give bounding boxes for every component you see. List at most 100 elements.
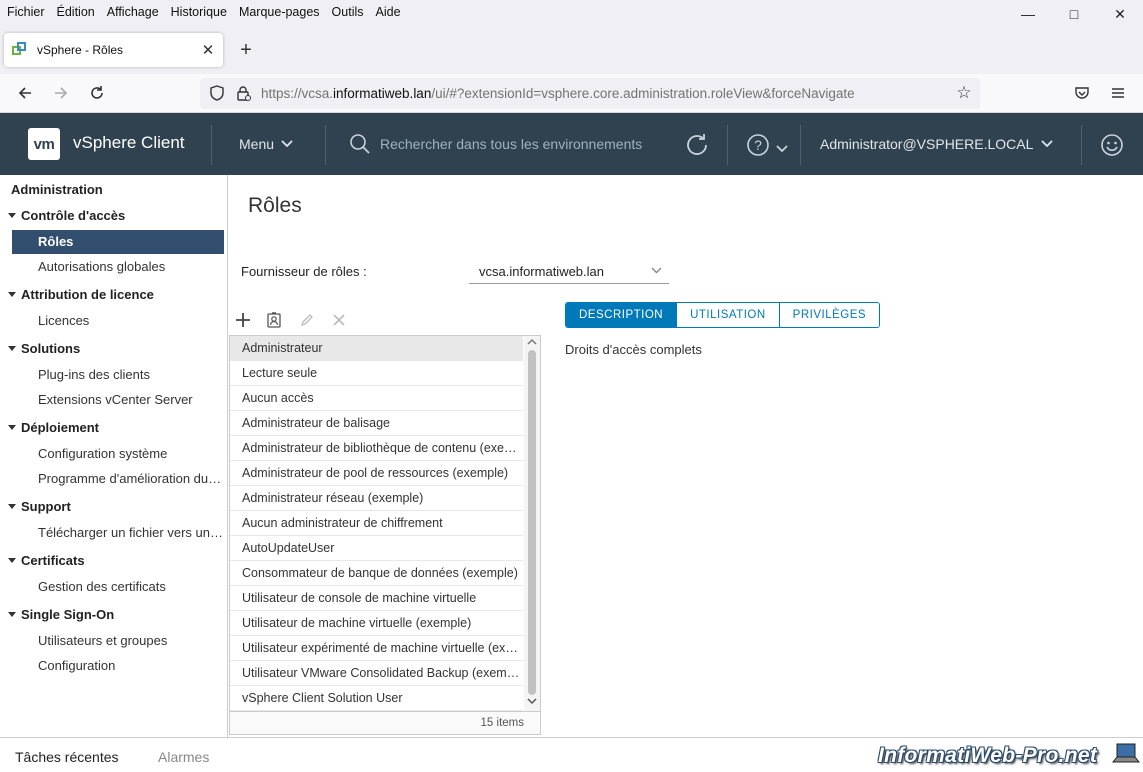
- items-count: 15 items: [480, 717, 524, 729]
- table-row[interactable]: Administrateur de bibliothèque de conten…: [230, 436, 523, 461]
- sidebar-group-support[interactable]: Support: [8, 499, 71, 514]
- browser-navbar: https://vcsa.informatiweb.lan/ui/#?exten…: [0, 74, 1143, 113]
- table-row[interactable]: Lecture seule: [230, 361, 523, 386]
- clone-role-button[interactable]: [263, 310, 285, 330]
- table-row[interactable]: Administrateur: [230, 336, 523, 361]
- menu-edition[interactable]: Édition: [51, 5, 101, 19]
- url-path: /ui/#?extensionId=vsphere.core.administr…: [431, 86, 855, 101]
- hamburger-menu-icon[interactable]: [1105, 80, 1131, 106]
- pocket-icon[interactable]: [1069, 80, 1095, 106]
- table-row[interactable]: Utilisateur VMware Consolidated Backup (…: [230, 661, 523, 686]
- role-provider-select[interactable]: vcsa.informatiweb.lan: [469, 258, 669, 284]
- table-row[interactable]: vSphere Client Solution User: [230, 686, 523, 711]
- table-row[interactable]: Utilisateur expérimenté de machine virtu…: [230, 636, 523, 661]
- sidebar-item-users-groups[interactable]: Utilisateurs et groupes: [12, 629, 224, 653]
- help-icon[interactable]: ?: [746, 133, 770, 160]
- menu-aide[interactable]: Aide: [370, 5, 407, 19]
- tab-description[interactable]: DESCRIPTION: [566, 303, 678, 327]
- sidebar-item-certificate-management[interactable]: Gestion des certificats: [12, 575, 224, 599]
- table-row[interactable]: Consommateur de banque de données (exemp…: [230, 561, 523, 586]
- sidebar-group-certificates[interactable]: Certificats: [8, 553, 85, 568]
- url-domain: informatiweb.lan: [333, 86, 432, 101]
- browser-tab[interactable]: vSphere - Rôles ✕: [4, 33, 223, 67]
- scroll-up-icon[interactable]: [527, 338, 537, 346]
- table-row[interactable]: AutoUpdateUser: [230, 536, 523, 561]
- tab-privileges[interactable]: PRIVILÈGES: [779, 303, 880, 327]
- table-row[interactable]: Aucun administrateur de chiffrement: [230, 511, 523, 536]
- menu-affichage[interactable]: Affichage: [101, 5, 165, 19]
- menu-historique[interactable]: Historique: [165, 5, 233, 19]
- menu-marque-pages[interactable]: Marque-pages: [233, 5, 326, 19]
- shield-icon[interactable]: [208, 84, 226, 102]
- roles-scrollbar[interactable]: [524, 336, 540, 711]
- caret-down-icon: [8, 213, 16, 218]
- global-search-input[interactable]: [380, 136, 670, 152]
- back-icon[interactable]: [12, 80, 38, 106]
- table-row[interactable]: Administrateur de balisage: [230, 411, 523, 436]
- bottom-bar: Tâches récentes Alarmes InformatiWeb-Pro…: [0, 737, 1143, 772]
- caret-down-icon: [8, 346, 16, 351]
- edit-role-button[interactable]: [296, 310, 318, 330]
- scroll-down-icon[interactable]: [527, 697, 537, 705]
- caret-down-icon: [8, 504, 16, 509]
- table-row[interactable]: Administrateur de pool de ressources (ex…: [230, 461, 523, 486]
- chevron-down-icon[interactable]: [776, 141, 788, 156]
- sidebar-root-administration[interactable]: Administration: [11, 182, 103, 197]
- tab-alarms[interactable]: Alarmes: [158, 749, 209, 765]
- sidebar-item-system-configuration[interactable]: Configuration système: [12, 442, 224, 466]
- table-row[interactable]: Utilisateur de console de machine virtue…: [230, 586, 523, 611]
- sidebar-item-licenses[interactable]: Licences: [12, 309, 224, 333]
- sidebar-item-sso-configuration[interactable]: Configuration: [12, 654, 224, 678]
- reload-icon[interactable]: [84, 80, 110, 106]
- table-row[interactable]: Aucun accès: [230, 386, 523, 411]
- menu-outils[interactable]: Outils: [326, 5, 370, 19]
- caret-down-icon: [8, 292, 16, 297]
- sidebar-item-global-permissions[interactable]: Autorisations globales: [12, 255, 224, 279]
- refresh-icon[interactable]: [684, 132, 710, 161]
- tab-recent-tasks[interactable]: Tâches récentes: [15, 749, 119, 765]
- grid-footer: 15 items: [230, 711, 540, 734]
- role-provider-label: Fournisseur de rôles :: [241, 264, 367, 279]
- pencil-icon: [300, 314, 313, 327]
- tab-title: vSphere - Rôles: [37, 43, 124, 57]
- sidebar-group-licensing[interactable]: Attribution de licence: [8, 287, 154, 302]
- sidebar-item-client-plugins[interactable]: Plug-ins des clients: [12, 363, 224, 387]
- url-bar[interactable]: https://vcsa.informatiweb.lan/ui/#?exten…: [200, 78, 980, 109]
- delete-role-button[interactable]: [328, 310, 350, 330]
- sidebar-group-sso[interactable]: Single Sign-On: [8, 607, 114, 622]
- feedback-smiley-icon[interactable]: [1100, 133, 1124, 160]
- sidebar-group-access-control[interactable]: Contrôle d'accès: [8, 208, 125, 223]
- user-name: Administrator@VSPHERE.LOCAL: [820, 136, 1034, 152]
- watermark-text: InformatiWeb-Pro.net: [878, 744, 1098, 767]
- clone-icon: [267, 312, 281, 328]
- app-name[interactable]: vSphere Client: [73, 133, 185, 153]
- sidebar-item-roles[interactable]: Rôles: [12, 230, 224, 254]
- main-menu-button[interactable]: Menu: [239, 136, 293, 152]
- sidebar-group-deployment[interactable]: Déploiement: [8, 420, 99, 435]
- sidebar-item-vcenter-extensions[interactable]: Extensions vCenter Server: [12, 388, 224, 412]
- scroll-thumb[interactable]: [528, 350, 536, 695]
- table-row[interactable]: Utilisateur de machine virtuelle (exempl…: [230, 611, 523, 636]
- sidebar-group-solutions[interactable]: Solutions: [8, 341, 80, 356]
- tab-usage[interactable]: UTILISATION: [677, 303, 780, 327]
- chevron-down-icon: [651, 267, 662, 274]
- close-tab-icon[interactable]: ✕: [197, 41, 219, 59]
- add-role-button[interactable]: [232, 310, 254, 330]
- group-label: Certificats: [21, 553, 85, 568]
- svg-text:?: ?: [754, 137, 762, 153]
- table-row[interactable]: Administrateur réseau (exemple): [230, 486, 523, 511]
- bookmark-star-icon[interactable]: ☆: [954, 83, 974, 103]
- menu-fichier[interactable]: Fichier: [0, 5, 51, 19]
- url-text[interactable]: https://vcsa.informatiweb.lan/ui/#?exten…: [261, 86, 855, 101]
- group-label: Attribution de licence: [21, 287, 154, 302]
- lock-icon[interactable]: [234, 84, 252, 102]
- sidebar-item-upload-file[interactable]: Télécharger un fichier vers une demande …: [12, 521, 224, 545]
- tab-strip: vSphere - Rôles ✕ +: [0, 24, 1143, 74]
- user-menu[interactable]: Administrator@VSPHERE.LOCAL: [820, 136, 1054, 152]
- vmware-logo[interactable]: vm: [28, 128, 60, 160]
- role-description: Droits d'accès complets: [565, 342, 702, 357]
- forward-icon[interactable]: [48, 80, 74, 106]
- new-tab-icon[interactable]: +: [236, 39, 256, 61]
- search-icon[interactable]: [349, 133, 371, 158]
- sidebar-item-ceip[interactable]: Programme d'amélioration du produit: [12, 467, 224, 491]
